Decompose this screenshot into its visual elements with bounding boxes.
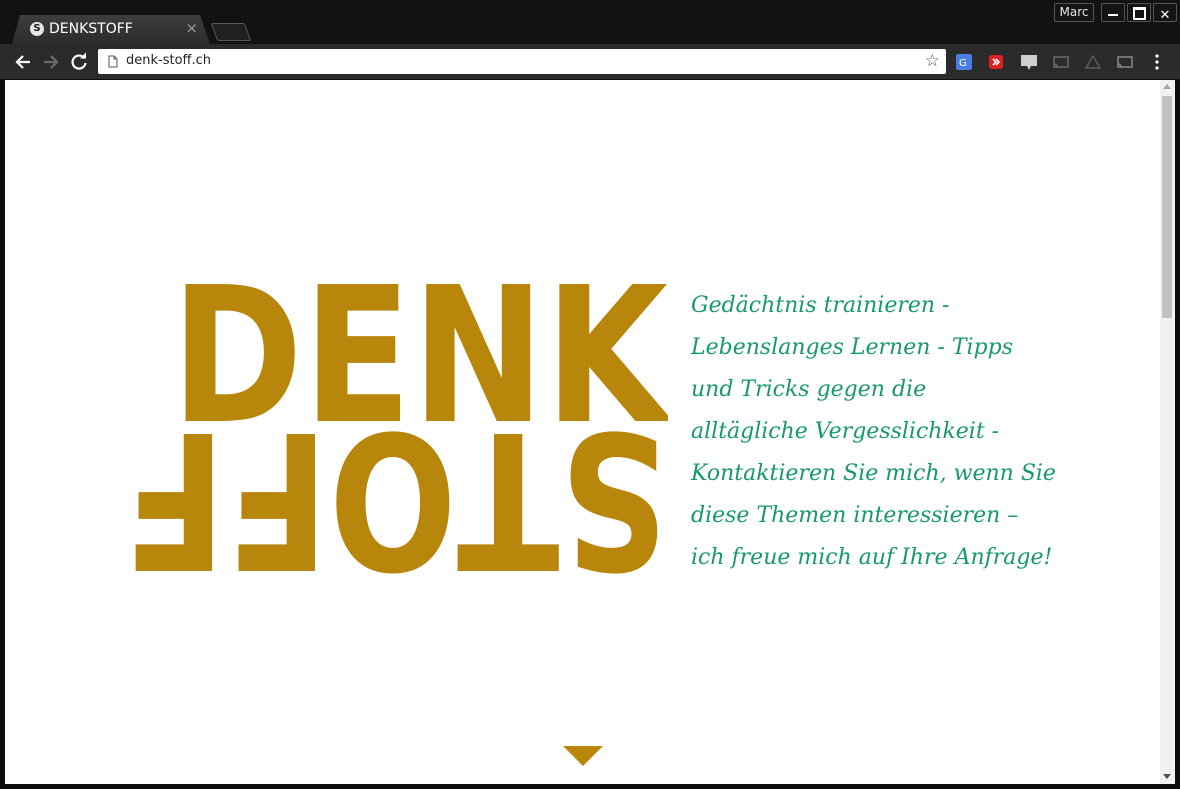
rss-icon[interactable] xyxy=(1020,53,1038,71)
cast-icon-2[interactable] xyxy=(1116,53,1134,71)
reload-icon[interactable] xyxy=(69,52,89,72)
browser-tab[interactable]: S DENKSTOFF × xyxy=(12,15,210,44)
scroll-down-icon[interactable] xyxy=(1163,774,1171,779)
url-text[interactable]: denk-stoff.ch xyxy=(126,53,211,68)
tab-close-icon[interactable]: × xyxy=(185,20,198,36)
maximize-icon xyxy=(1133,7,1146,20)
drive-icon[interactable] xyxy=(1084,53,1102,71)
page-viewport: DENK STOFF Gedächtnis trainieren - Leben… xyxy=(5,80,1160,784)
minimize-button[interactable] xyxy=(1101,3,1125,22)
tab-title: DENKSTOFF xyxy=(49,21,133,37)
scroll-down-arrow-icon[interactable] xyxy=(563,746,603,766)
cast-icon[interactable] xyxy=(1052,53,1070,71)
address-bar[interactable]: denk-stoff.ch ☆ xyxy=(98,49,946,74)
tagline-line: alltägliche Vergesslichkeit - xyxy=(691,419,1000,444)
logo-word-stoff: STOFF xyxy=(123,389,668,576)
title-bar: S DENKSTOFF × Marc ✕ xyxy=(0,0,1180,44)
minimize-icon xyxy=(1108,14,1118,16)
window-close-button[interactable]: ✕ xyxy=(1153,3,1177,23)
svg-text:G: G xyxy=(959,58,967,69)
tagline-line: und Tricks gegen die xyxy=(691,377,927,402)
window-frame-bottom xyxy=(0,784,1180,789)
maximize-button[interactable] xyxy=(1127,3,1151,22)
tagline-line: diese Themen interessieren – xyxy=(691,503,1019,528)
menu-icon[interactable] xyxy=(1150,53,1164,71)
translate-icon[interactable]: G xyxy=(955,53,973,71)
tagline-line: Gedächtnis trainieren - xyxy=(691,293,950,318)
site-favicon: S xyxy=(30,22,44,36)
bookmark-star-icon[interactable]: ☆ xyxy=(925,51,940,71)
scrollbar-thumb[interactable] xyxy=(1162,96,1172,318)
browser-toolbar: denk-stoff.ch ☆ G xyxy=(0,44,1180,79)
tagline-line: Lebenslanges Lernen - Tipps xyxy=(691,335,1013,360)
new-tab-button[interactable] xyxy=(210,23,252,41)
red-extension-icon[interactable] xyxy=(987,53,1005,71)
forward-icon[interactable] xyxy=(41,52,61,72)
denkstoff-logo[interactable]: DENK STOFF xyxy=(123,284,668,576)
close-icon: ✕ xyxy=(1159,8,1171,23)
back-icon[interactable] xyxy=(13,52,33,72)
page-icon xyxy=(108,55,118,68)
page-scrollbar[interactable] xyxy=(1160,80,1175,784)
tagline-line: Kontaktieren Sie mich, wenn Sie xyxy=(691,461,1056,486)
scroll-up-icon[interactable] xyxy=(1163,84,1171,89)
tagline-line: ich freue mich auf Ihre Anfrage! xyxy=(691,545,1053,570)
profile-button[interactable]: Marc xyxy=(1054,3,1094,22)
tagline: Gedächtnis trainieren - Lebenslanges Ler… xyxy=(691,285,1071,579)
